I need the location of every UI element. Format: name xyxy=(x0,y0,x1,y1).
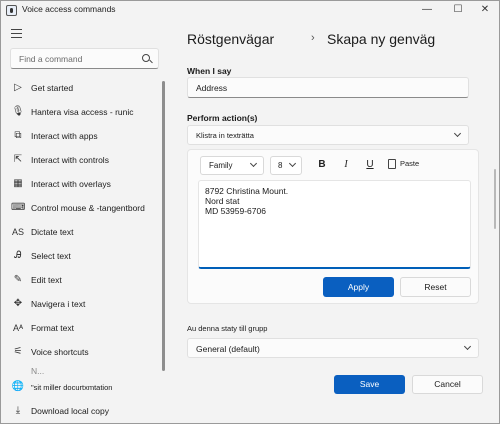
when-i-say-label: When I say xyxy=(187,66,232,76)
chevron-down-icon xyxy=(288,159,297,168)
breadcrumb-parent[interactable]: Röstgenvägar xyxy=(187,31,274,47)
editor-line: MD 53959-6706 xyxy=(205,206,266,216)
action-dropdown[interactable]: Klistra in texträtta xyxy=(187,125,469,145)
sidebar-item-label: Interact with controls xyxy=(31,155,109,165)
underline-button[interactable]: U xyxy=(362,157,378,173)
sidebar-item-label: Hantera visa access - runic xyxy=(31,107,134,117)
sidebar-item-manage-voice-access[interactable]: 🎙 Hantera visa access - runic xyxy=(5,100,161,124)
sidebar-item-partial[interactable]: N... xyxy=(5,364,161,374)
sidebar-item-label: Edit text xyxy=(31,275,62,285)
chevron-down-icon xyxy=(249,159,258,168)
text-edit-area[interactable]: 8792 Christina Mount. Nord stat MD 53959… xyxy=(198,180,471,269)
voice-access-app-icon xyxy=(6,5,17,16)
sidebar-item-label: "sit miller docurtxmtation xyxy=(31,383,113,392)
microphone-icon: 🎙 xyxy=(11,106,25,117)
when-i-say-input[interactable]: Address xyxy=(187,77,469,98)
action-dropdown-value: Klistra in texträtta xyxy=(196,131,254,140)
edit-text-icon: ✎ xyxy=(13,274,23,285)
globe-icon: 🌐 xyxy=(11,381,25,392)
sidebar-item-label: Select text xyxy=(31,251,71,261)
group-dropdown[interactable]: General (default) xyxy=(187,338,479,358)
sidebar-item-label: Navigera i text xyxy=(31,299,86,309)
font-family-dropdown[interactable]: Family xyxy=(200,156,264,175)
when-i-say-value: Address xyxy=(196,83,228,93)
format-text-icon: Aᴬ xyxy=(12,323,24,333)
sidebar-item-documentation[interactable]: 🌐 "sit miller docurtxmtation xyxy=(5,376,161,398)
content-scrollbar[interactable] xyxy=(494,169,496,229)
search-icon[interactable] xyxy=(142,54,150,62)
close-button[interactable]: ✕ xyxy=(471,1,499,19)
sidebar-item-label: Get started xyxy=(31,83,74,93)
sidebar-item-label: Download local copy xyxy=(31,406,109,416)
page-title: Skapa ny genväg xyxy=(327,31,436,47)
sidebar-item-format-text[interactable]: Aᴬ Format text xyxy=(5,316,161,340)
perform-actions-label: Perform action(s) xyxy=(187,113,258,123)
title-bar: Voice access commands — ☐ ✕ xyxy=(1,1,499,19)
play-icon: ▷ xyxy=(14,82,22,93)
chevron-down-icon xyxy=(463,342,472,351)
dictate-icon: AS xyxy=(11,227,24,237)
bold-button[interactable]: B xyxy=(314,157,330,173)
cursor-icon: ⇱ xyxy=(13,154,23,165)
font-size-dropdown[interactable]: 8 xyxy=(270,156,302,175)
chevron-right-icon: › xyxy=(311,32,315,44)
voice-access-window: Voice access commands — ☐ ✕ Find a comma… xyxy=(0,0,500,424)
reset-button[interactable]: Reset xyxy=(400,277,471,297)
sidebar-item-get-started[interactable]: ▷ Get started xyxy=(5,76,161,100)
apps-icon: ⧉ xyxy=(14,130,22,141)
sidebar: Find a command ▷ Get started 🎙 Hantera vis… xyxy=(1,19,167,423)
sidebar-item-download-local-copy[interactable]: ⤓ Download local copy xyxy=(5,400,161,422)
sidebar-item-dictate-text[interactable]: AS Dictate text xyxy=(5,220,161,244)
chevron-down-icon xyxy=(453,129,462,138)
editor-line: 8792 Christina Mount. xyxy=(205,186,289,196)
search-input[interactable]: Find a command xyxy=(10,48,159,69)
download-icon: ⤓ xyxy=(15,405,21,416)
maximize-button[interactable]: ☐ xyxy=(444,1,472,19)
sidebar-scrollbar[interactable] xyxy=(162,81,165,371)
sidebar-item-label: Control mouse & -tangentbord xyxy=(31,203,145,213)
font-size-value: 8 xyxy=(278,161,283,170)
group-label: Au denna staty till grupp xyxy=(187,324,268,333)
sidebar-item-interact-apps[interactable]: ⧉ Interact with apps xyxy=(5,124,161,148)
window-title: Voice access commands xyxy=(22,4,116,14)
paste-button[interactable]: Paste xyxy=(400,159,419,168)
sidebar-item-navigate-text[interactable]: ✥ Navigera i text xyxy=(5,292,161,316)
main-content: Röstgenvägar › Skapa ny genväg When I sa… xyxy=(167,19,499,423)
hamburger-menu-icon[interactable] xyxy=(11,29,22,38)
editor-line: Nord stat xyxy=(205,196,240,206)
sidebar-item-label: N... xyxy=(31,366,45,374)
sidebar-nav: ▷ Get started 🎙 Hantera visa access - runi… xyxy=(5,76,161,374)
text-editor-card: Family 8 B I U Paste 8792 Christina Moun… xyxy=(187,149,479,304)
apply-button[interactable]: Apply xyxy=(323,277,394,297)
select-text-icon: Ꭿ xyxy=(14,250,22,261)
sidebar-item-select-text[interactable]: Ꭿ Select text xyxy=(5,244,161,268)
sidebar-item-interact-overlays[interactable]: ▦ Interact with overlays xyxy=(5,172,161,196)
sidebar-item-label: Dictate text xyxy=(31,227,74,237)
sidebar-item-label: Format text xyxy=(31,323,74,333)
keyboard-icon: ⌨ xyxy=(11,202,26,213)
sidebar-item-voice-shortcuts[interactable]: ⚟ Voice shortcuts xyxy=(5,340,161,364)
search-placeholder: Find a command xyxy=(19,54,83,64)
navigate-icon: ✥ xyxy=(13,298,23,309)
group-dropdown-value: General (default) xyxy=(196,344,260,354)
sidebar-item-mouse-keyboard[interactable]: ⌨ Control mouse & -tangentbord xyxy=(5,196,161,220)
sidebar-item-label: Voice shortcuts xyxy=(31,347,89,357)
italic-button[interactable]: I xyxy=(338,157,354,173)
sidebar-item-label: Interact with apps xyxy=(31,131,98,141)
minimize-button[interactable]: — xyxy=(413,1,441,19)
grid-icon: ▦ xyxy=(13,178,23,189)
sidebar-item-label: Interact with overlays xyxy=(31,179,111,189)
cancel-button[interactable]: Cancel xyxy=(412,375,483,394)
save-button[interactable]: Save xyxy=(334,375,405,394)
sidebar-item-interact-controls[interactable]: ⇱ Interact with controls xyxy=(5,148,161,172)
clipboard-icon[interactable] xyxy=(388,159,396,169)
sidebar-item-edit-text[interactable]: ✎ Edit text xyxy=(5,268,161,292)
font-family-value: Family xyxy=(209,161,233,170)
voice-shortcuts-icon: ⚟ xyxy=(13,346,23,357)
